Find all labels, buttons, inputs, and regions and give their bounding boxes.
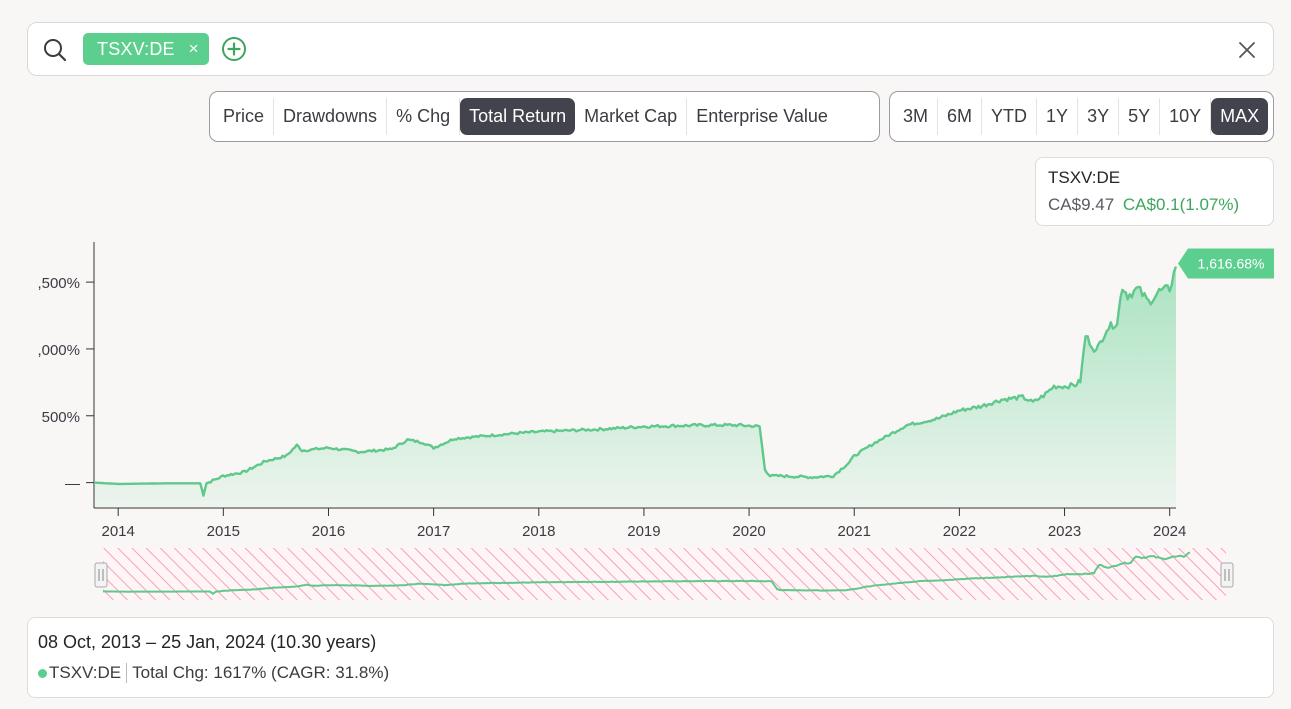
chip-close-icon[interactable]: × [189,33,199,65]
range-6m[interactable]: 6M [938,98,983,135]
x-tick-label: 2023 [1048,523,1081,540]
x-tick-label: 2020 [732,523,765,540]
summary-ticker: TSXV:DE [49,663,128,683]
series-color-dot [38,668,47,678]
search-icon[interactable] [42,37,68,63]
total-return-chart[interactable]: ,500% ,000% 500% — 2014 2015 2016 2017 2018 2019 2… [0,232,1291,542]
x-tick-label: 2024 [1153,523,1186,540]
y-tick-label: 500% [42,409,80,426]
summary-total-change: Total Chg: 1617% (CAGR: 31.8%) [132,663,390,682]
x-tick-label: 2017 [417,523,450,540]
tab-enterprise-value[interactable]: Enterprise Value [687,98,837,135]
navigator-left-handle[interactable] [94,562,108,588]
summary-panel: 08 Oct, 2013 – 25 Jan, 2024 (10.30 years… [27,617,1274,698]
x-tick-label: 2018 [522,523,555,540]
range-navigator[interactable] [0,544,1291,604]
range-3m[interactable]: 3M [894,98,939,135]
navigator-selection[interactable] [103,548,1226,600]
range-5y[interactable]: 5Y [1119,98,1161,135]
x-tick-label: 2015 [207,523,240,540]
x-tick-label: 2014 [101,523,134,540]
ticker-search-bar[interactable]: TSXV:DE × [27,22,1274,76]
series-area [94,266,1176,508]
range-1y[interactable]: 1Y [1037,98,1079,135]
tab-price[interactable]: Price [214,98,275,135]
y-tick-label: — [65,476,80,493]
tooltip-change: CA$0.1(1.07%) [1122,195,1240,214]
navigator-right-handle[interactable] [1220,562,1234,588]
y-tick-label: ,500% [37,275,80,292]
y-tick-label: ,000% [37,342,80,359]
tab-total-return[interactable]: Total Return [460,98,576,135]
ticker-chip[interactable]: TSXV:DE × [83,33,209,65]
tab-drawdowns[interactable]: Drawdowns [274,98,388,135]
range-ytd[interactable]: YTD [982,98,1038,135]
tooltip-price: CA$9.47 [1048,195,1115,214]
tooltip-ticker: TSXV:DE [1048,168,1121,187]
metric-tab-group: Price Drawdowns % Chg Total Return Marke… [209,91,880,142]
add-ticker-icon[interactable] [221,36,247,62]
price-tooltip: TSXV:DE CA$9.47 CA$0.1(1.07%) [1035,157,1274,226]
clear-search-icon[interactable] [1237,40,1257,60]
range-3y[interactable]: 3Y [1078,98,1120,135]
x-tick-label: 2022 [943,523,976,540]
x-tick-label: 2021 [838,523,871,540]
range-max[interactable]: MAX [1211,98,1269,135]
range-10y[interactable]: 10Y [1160,98,1212,135]
summary-date-range: 08 Oct, 2013 – 25 Jan, 2024 (10.30 years… [38,632,377,652]
last-value-label: 1,616.68% [1198,256,1265,272]
tab-percent-change[interactable]: % Chg [387,98,461,135]
tab-market-cap[interactable]: Market Cap [575,98,688,135]
range-tab-group: 3M 6M YTD 1Y 3Y 5Y 10Y MAX [889,91,1274,142]
ticker-chip-label: TSXV:DE [97,39,175,59]
x-tick-label: 2019 [627,523,660,540]
x-tick-label: 2016 [312,523,345,540]
